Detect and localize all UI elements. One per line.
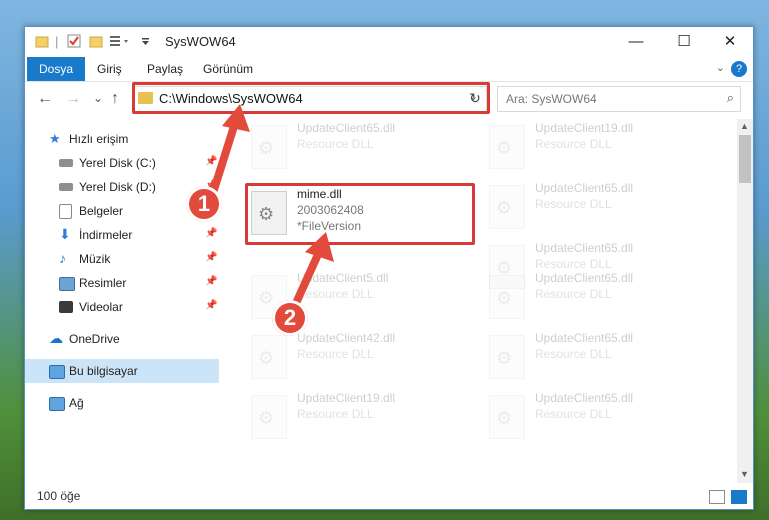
step-2-badge: 2 [272,300,308,336]
annotation-arrows [208,104,334,316]
step-1-badge: 1 [186,186,222,222]
